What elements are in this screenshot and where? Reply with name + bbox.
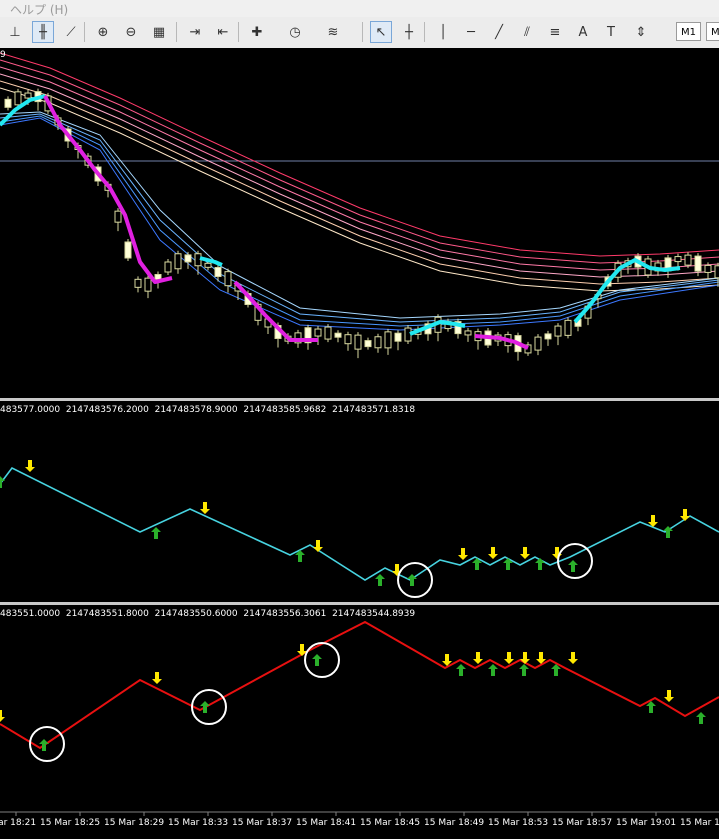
- toolbar-separator: [362, 22, 363, 42]
- candle-body: [14, 91, 22, 106]
- candle-body: [114, 210, 122, 223]
- candle-body: [554, 325, 562, 337]
- bar-chart-icon[interactable]: ⊥: [4, 21, 26, 43]
- candlestick-icon[interactable]: ╫: [32, 21, 54, 43]
- crosshair-icon[interactable]: ┼: [398, 21, 420, 43]
- candle-body: [354, 334, 362, 350]
- candle-body: [24, 92, 32, 99]
- fibonacci-icon[interactable]: ≡: [544, 21, 566, 43]
- candle-body: [214, 267, 222, 277]
- subwindow-separator: [0, 602, 719, 605]
- candle-body: [564, 319, 572, 336]
- candle-body: [314, 328, 322, 337]
- time-label: 15 Mar 18:57: [552, 818, 613, 828]
- menu-bar: ヘルプ (H): [0, 0, 719, 18]
- vertical-line-icon[interactable]: │: [432, 21, 454, 43]
- time-label: 15 Mar 18:53: [488, 818, 549, 828]
- time-label: 15 Mar 18:33: [168, 818, 229, 828]
- candle-body: [124, 241, 132, 259]
- candle-body: [4, 98, 12, 108]
- candle-body: [204, 262, 212, 268]
- time-label: 15 Mar 19:05: [680, 818, 719, 828]
- zoom-out-icon[interactable]: ⊖: [120, 21, 142, 43]
- tile-windows-icon[interactable]: ▦: [148, 21, 170, 43]
- candle-body: [324, 326, 332, 340]
- candle-body: [144, 277, 152, 292]
- main-window-label: 9: [0, 50, 6, 60]
- arrows-icon[interactable]: ⇕: [630, 21, 652, 43]
- equidistant-channel-icon[interactable]: ⫽: [516, 21, 538, 43]
- time-label: 15 Mar 18:21: [0, 818, 37, 828]
- zigzag-indicator-2-values: 483551.0000 2147483551.8000 2147483550.6…: [0, 609, 416, 619]
- candle-body: [694, 255, 702, 272]
- candle-body: [404, 327, 412, 342]
- candle-body: [534, 336, 542, 351]
- candle-body: [544, 333, 552, 340]
- candle-body: [684, 254, 692, 266]
- candle-body: [174, 253, 182, 270]
- chart-shift-icon[interactable]: ⇤: [212, 21, 234, 43]
- templates-icon[interactable]: ≋: [322, 21, 344, 43]
- menu-help[interactable]: ヘルプ (H): [10, 1, 68, 18]
- text-icon[interactable]: A: [572, 21, 594, 43]
- auto-scroll-icon[interactable]: ⇥: [184, 21, 206, 43]
- candle-body: [184, 254, 192, 263]
- periods-icon[interactable]: ◷: [284, 21, 306, 43]
- zoom-in-icon[interactable]: ⊕: [92, 21, 114, 43]
- text-label-icon[interactable]: T: [600, 21, 622, 43]
- candle-body: [134, 278, 142, 288]
- timeframe-m5-button[interactable]: M5: [706, 22, 719, 41]
- trendline-icon[interactable]: ╱: [488, 21, 510, 43]
- candle-body: [394, 332, 402, 342]
- toolbar-separator: [424, 22, 425, 42]
- cursor-icon[interactable]: ↖: [370, 21, 392, 43]
- time-label: 15 Mar 18:37: [232, 818, 293, 828]
- candle-body: [364, 340, 372, 348]
- horizontal-line-icon[interactable]: ─: [460, 21, 482, 43]
- zigzag-indicator-1-values: 483577.0000 2147483576.2000 2147483578.9…: [0, 405, 416, 415]
- indicators-icon[interactable]: ✚: [246, 21, 268, 43]
- candle-body: [334, 332, 342, 338]
- toolbar-separator: [84, 22, 85, 42]
- subwindow-separator: [0, 398, 719, 401]
- candle-body: [464, 330, 472, 336]
- time-label: 15 Mar 18:29: [104, 818, 165, 828]
- timeframe-m1-button[interactable]: M1: [676, 22, 701, 41]
- time-label: 15 Mar 19:01: [616, 818, 677, 828]
- time-label: 15 Mar 18:45: [360, 818, 421, 828]
- line-chart-icon[interactable]: ⟋: [60, 21, 82, 43]
- candle-body: [704, 264, 712, 273]
- chart-area[interactable]: [0, 48, 719, 839]
- toolbar-separator: [176, 22, 177, 42]
- toolbar-separator: [238, 22, 239, 42]
- toolbar: ⊥ ╫ ⟋ ⊕ ⊖ ▦ ⇥ ⇤ ✚ ◷ ≋ ↖ ┼ │ ─ ╱ ⫽ ≡ AT ⇕ M1 M5: [0, 17, 719, 49]
- candle-body: [674, 256, 682, 263]
- candle-body: [344, 334, 352, 345]
- candle-body: [714, 265, 719, 279]
- candle-body: [164, 261, 172, 273]
- candle-body: [224, 271, 232, 287]
- chart-background: [0, 48, 719, 839]
- time-label: 15 Mar 18:41: [296, 818, 357, 828]
- candle-body: [374, 336, 382, 349]
- time-label: 15 Mar 18:25: [40, 818, 101, 828]
- candle-body: [384, 331, 392, 349]
- time-label: 15 Mar 18:49: [424, 818, 485, 828]
